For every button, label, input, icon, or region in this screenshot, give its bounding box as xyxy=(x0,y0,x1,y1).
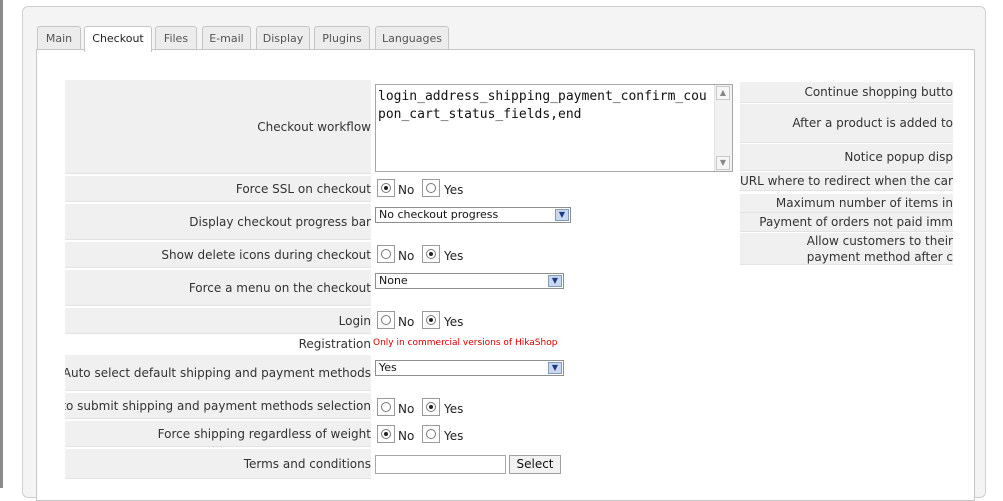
settings-area: Checkout workflow login_address_shipping… xyxy=(65,70,953,488)
right-row-orders-not-paid: Payment of orders not paid imm xyxy=(740,213,953,232)
login-yes-radio[interactable] xyxy=(422,311,440,329)
scroll-down-icon[interactable]: ▼ xyxy=(716,156,730,170)
force-shipping-no-radio[interactable] xyxy=(377,425,395,443)
delete-icons-no-radio[interactable] xyxy=(377,245,395,263)
checkout-workflow-value: login_address_shipping_payment_confirm_c… xyxy=(378,89,707,122)
progress-bar-select[interactable]: No checkout progress ▼ xyxy=(375,207,571,223)
right-row-allow-change-payment: Allow customers to their payment method … xyxy=(740,233,953,265)
auto-submit-yes-radio[interactable] xyxy=(422,398,440,416)
auto-submit-no-radio[interactable] xyxy=(377,398,395,416)
right-row-notice-popup: Notice popup disp xyxy=(740,144,953,171)
row-auto-submit: Auto submit shipping and payment methods… xyxy=(65,393,733,419)
radio-unselected-icon xyxy=(426,183,436,193)
tab-plugins[interactable]: Plugins xyxy=(314,26,370,50)
force-menu-value: None xyxy=(379,274,408,287)
auto-select-value: Yes xyxy=(379,361,397,374)
progress-bar-label: Display checkout progress bar xyxy=(65,204,371,240)
chevron-down-icon: ▼ xyxy=(548,362,562,374)
checkout-workflow-label: Checkout workflow xyxy=(65,80,371,174)
row-checkout-workflow: Checkout workflow login_address_shipping… xyxy=(65,80,733,174)
force-ssl-no-radio[interactable] xyxy=(377,179,395,197)
terms-input[interactable] xyxy=(375,455,506,474)
force-ssl-yes-radio[interactable] xyxy=(422,179,440,197)
auto-select-select[interactable]: Yes ▼ xyxy=(375,360,564,376)
delete-icons-yes-radio[interactable] xyxy=(422,245,440,263)
row-auto-select: Auto select default shipping and payment… xyxy=(65,355,733,391)
force-shipping-no-label: No xyxy=(398,429,415,443)
radio-unselected-icon xyxy=(381,249,391,259)
force-ssl-label: Force SSL on checkout xyxy=(65,176,371,202)
login-no-radio[interactable] xyxy=(377,311,395,329)
row-login: Login No Yes xyxy=(65,308,733,334)
chevron-down-icon: ▼ xyxy=(548,275,562,287)
tab-display[interactable]: Display xyxy=(256,26,310,50)
window-edge xyxy=(0,0,3,488)
auto-submit-no-label: No xyxy=(398,402,415,416)
radio-unselected-icon xyxy=(426,429,436,439)
tab-languages[interactable]: Languages xyxy=(375,26,449,50)
radio-selected-icon xyxy=(426,402,436,412)
checkout-workflow-textarea[interactable]: login_address_shipping_payment_confirm_c… xyxy=(375,84,733,172)
delete-icons-label: Show delete icons during checkout xyxy=(65,242,371,268)
row-terms: Terms and conditions Select xyxy=(65,449,733,479)
row-progress-bar: Display checkout progress bar No checkou… xyxy=(65,204,733,240)
registration-label: Registration xyxy=(298,337,371,351)
right-row-after-product-added: After a product is added to xyxy=(740,104,953,143)
progress-bar-value: No checkout progress xyxy=(379,208,499,221)
force-shipping-yes-radio[interactable] xyxy=(422,425,440,443)
scroll-up-icon[interactable]: ▲ xyxy=(716,86,730,100)
chevron-down-icon: ▼ xyxy=(555,209,569,221)
row-force-menu: Force a menu on the checkout None ▼ xyxy=(65,270,733,306)
radio-selected-icon xyxy=(381,429,391,439)
login-label: Login xyxy=(65,308,371,334)
force-shipping-label: Force shipping regardless of weight xyxy=(65,421,371,447)
terms-label: Terms and conditions xyxy=(65,449,371,479)
tab-email[interactable]: E-mail xyxy=(202,26,251,50)
auto-select-label: Auto select default shipping and payment… xyxy=(65,355,371,391)
delete-icons-no-label: No xyxy=(398,249,415,263)
radio-unselected-icon xyxy=(381,402,391,412)
row-delete-icons: Show delete icons during checkout No Yes xyxy=(65,242,733,268)
delete-icons-yes-label: Yes xyxy=(444,249,464,263)
right-row-continue-shopping: Continue shopping butto xyxy=(740,82,953,103)
radio-selected-icon xyxy=(426,315,436,325)
row-force-ssl: Force SSL on checkout No Yes xyxy=(65,176,733,202)
force-menu-select[interactable]: None ▼ xyxy=(375,273,564,289)
textarea-scrollbar[interactable]: ▲ ▼ xyxy=(714,85,732,171)
radio-selected-icon xyxy=(381,183,391,193)
force-ssl-yes-label: Yes xyxy=(444,183,464,197)
tab-main[interactable]: Main xyxy=(37,26,81,50)
login-no-label: No xyxy=(398,315,415,329)
force-menu-label: Force a menu on the checkout xyxy=(65,270,371,306)
auto-submit-yes-label: Yes xyxy=(444,402,464,416)
auto-submit-label: Auto submit shipping and payment methods… xyxy=(65,393,371,419)
tab-files[interactable]: Files xyxy=(155,26,197,50)
tab-checkout[interactable]: Checkout xyxy=(84,26,152,52)
login-yes-label: Yes xyxy=(444,315,464,329)
radio-unselected-icon xyxy=(381,315,391,325)
registration-note: Only in commercial versions of HikaShop xyxy=(373,338,558,348)
right-row-redirect-url: URL where to redirect when the cart i xyxy=(740,172,953,191)
row-registration: Registration Only in commercial versions… xyxy=(65,335,733,353)
force-shipping-yes-label: Yes xyxy=(444,429,464,443)
radio-selected-icon xyxy=(426,249,436,259)
terms-select-button[interactable]: Select xyxy=(509,455,561,474)
right-row-max-items: Maximum number of items in xyxy=(740,194,953,213)
allow-change-payment-label: Allow customers to their payment method … xyxy=(806,234,953,264)
row-force-shipping: Force shipping regardless of weight No Y… xyxy=(65,421,733,447)
force-ssl-no-label: No xyxy=(398,183,415,197)
